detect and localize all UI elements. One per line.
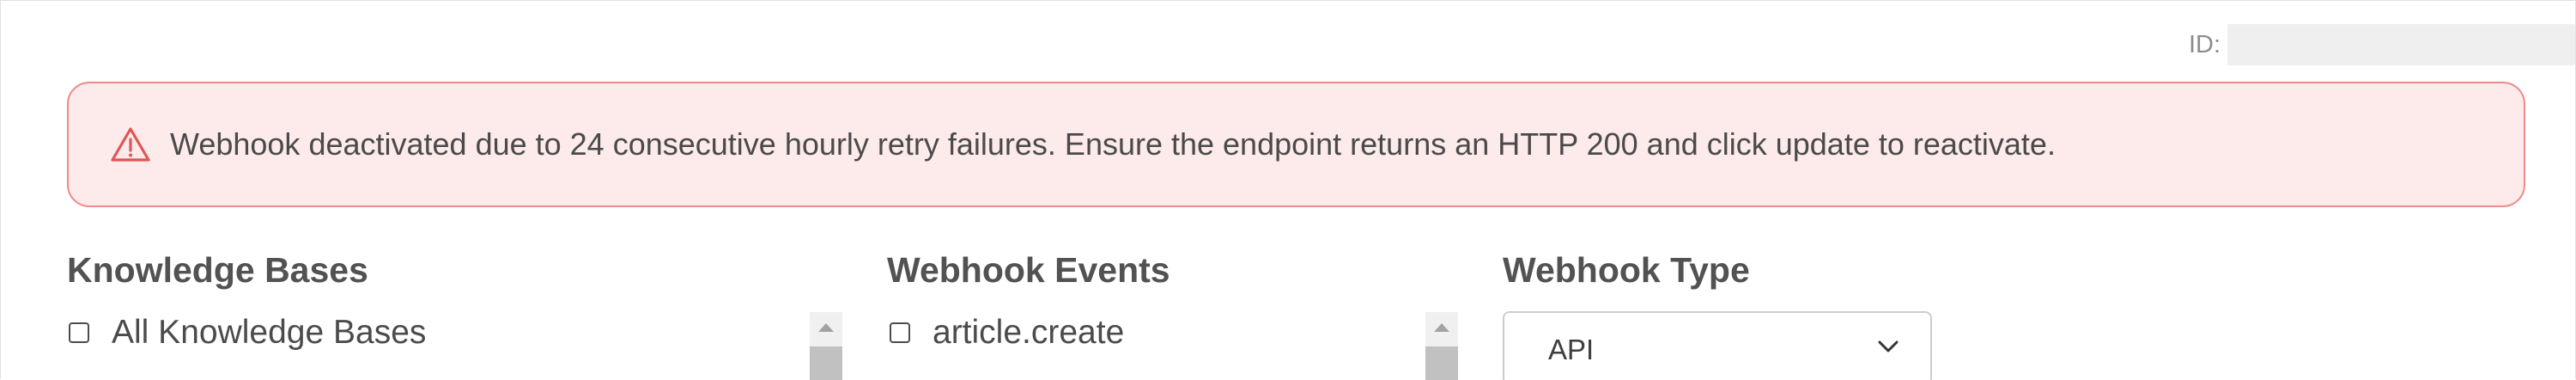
webhook-event-item-label: article.create <box>933 314 1125 351</box>
chevron-down-icon <box>1878 340 1899 352</box>
knowledge-base-item-label: All Knowledge Bases <box>112 314 427 351</box>
article-create-checkbox[interactable] <box>890 322 910 343</box>
webhook-settings-panel: ID: Webhook deactivated due to 24 consec… <box>0 0 2576 380</box>
deactivation-alert: Webhook deactivated due to 24 consecutiv… <box>67 82 2525 207</box>
webhook-events-title: Webhook Events <box>887 250 1170 290</box>
webhook-type-select[interactable]: API <box>1503 311 1932 380</box>
id-value-field <box>2227 24 2575 65</box>
webhook-type-selected-value: API <box>1548 334 1595 365</box>
webhook-type-title: Webhook Type <box>1503 250 1750 290</box>
scroll-up-arrow-icon[interactable] <box>810 312 842 343</box>
all-knowledge-bases-checkbox[interactable] <box>69 322 89 343</box>
scroll-thumb[interactable] <box>810 346 842 380</box>
knowledge-base-item[interactable]: All Knowledge Bases <box>69 314 426 352</box>
id-label: ID: <box>2188 30 2221 58</box>
alert-message: Webhook deactivated due to 24 consecutiv… <box>170 126 2056 162</box>
scroll-thumb[interactable] <box>1425 346 1458 380</box>
knowledge-bases-scrollbar[interactable] <box>810 312 842 380</box>
knowledge-bases-title: Knowledge Bases <box>67 250 368 290</box>
scroll-up-arrow-icon[interactable] <box>1425 312 1458 343</box>
webhook-event-item[interactable]: article.create <box>890 314 1124 352</box>
warning-triangle-icon <box>111 127 150 162</box>
id-row: ID: <box>2189 23 2575 66</box>
webhook-events-scrollbar[interactable] <box>1425 312 1458 380</box>
